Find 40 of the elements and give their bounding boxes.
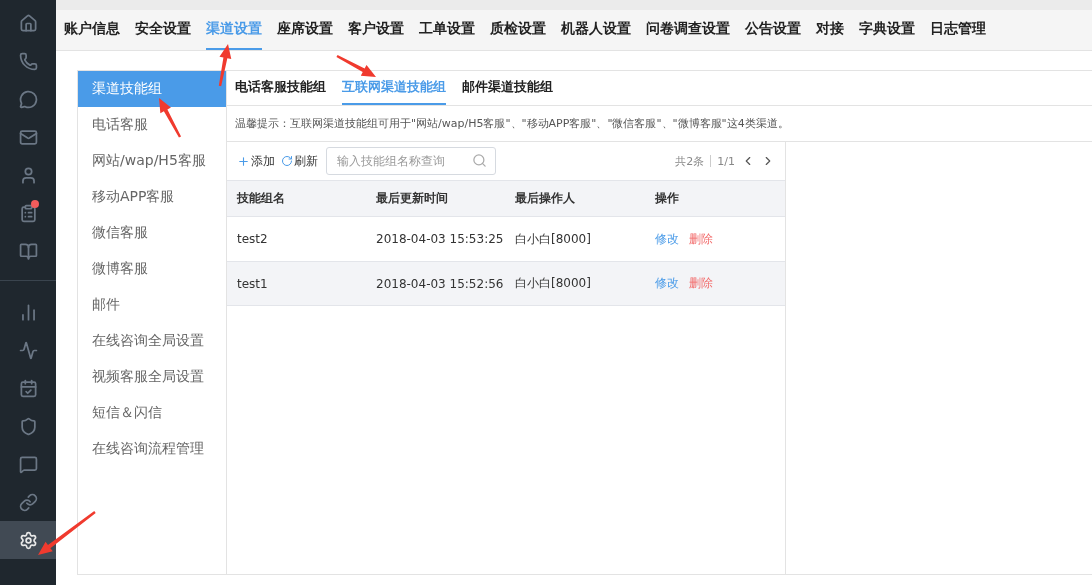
settings-tab[interactable]: 客户设置 (348, 10, 404, 50)
settings-tab[interactable]: 公告设置 (745, 10, 801, 50)
menu-item[interactable]: 在线咨询全局设置 (78, 323, 226, 359)
settings-tab[interactable]: 工单设置 (419, 10, 475, 50)
add-button[interactable]: 添加 (237, 152, 275, 170)
column-header: 技能组名 (237, 190, 286, 207)
menu-item[interactable]: 微博客服 (78, 251, 226, 287)
refresh-button[interactable]: 刷新 (281, 152, 318, 170)
total-count: 共2条 (675, 153, 705, 169)
table-cell-text: 白小白[8000] (515, 275, 592, 292)
settings-tab[interactable]: 字典设置 (859, 10, 915, 50)
page-indicator: 1/1 (717, 154, 735, 168)
sub-tab[interactable]: 邮件渠道技能组 (462, 71, 553, 105)
table-cell-text: test2 (237, 232, 269, 246)
tip-text: 温馨提示：互联网渠道技能组可用于"网站/wap/H5客服"、"移动APP客服"、"微信客服"、"微博客服"这4类渠道。 (227, 106, 1092, 142)
table-cell-text: 2018-04-03 15:53:25 (376, 232, 505, 246)
menu-item[interactable]: 短信＆闪信 (78, 395, 226, 431)
settings-tab[interactable]: 日志管理 (930, 10, 986, 50)
search-field[interactable]: 输入技能组名称查询 (326, 147, 496, 175)
settings-tab[interactable]: 问卷调查设置 (646, 10, 730, 50)
menu-item[interactable]: 微信客服 (78, 215, 226, 251)
menu-item[interactable]: 移动APP客服 (78, 179, 226, 215)
menu-item[interactable]: 在线咨询流程管理 (78, 431, 226, 467)
menu-item[interactable]: 邮件 (78, 287, 226, 323)
settings-tab[interactable]: 质检设置 (490, 10, 546, 50)
sub-tab[interactable]: 电话客服技能组 (235, 71, 326, 105)
settings-tab[interactable]: 座席设置 (277, 10, 333, 50)
table-cell-text: test1 (237, 276, 269, 291)
settings-tab[interactable]: 对接 (816, 10, 844, 50)
menu-item[interactable]: 视频客服全局设置 (78, 359, 226, 395)
column-header: 操作 (655, 190, 680, 207)
menu-item[interactable]: 网站/wap/H5客服 (78, 143, 226, 179)
settings-tab[interactable]: 安全设置 (135, 10, 191, 50)
table-cell-text: 白小白[8000] (515, 230, 592, 248)
table-cell-text: 2018-04-03 15:52:56 (376, 276, 505, 291)
settings-tab[interactable]: 机器人设置 (561, 10, 631, 50)
column-header: 最后操作人 (515, 190, 576, 207)
settings-tab[interactable]: 账户信息 (64, 10, 120, 50)
column-header: 最后更新时间 (376, 190, 449, 207)
menu-item[interactable]: 电话客服 (78, 107, 226, 143)
